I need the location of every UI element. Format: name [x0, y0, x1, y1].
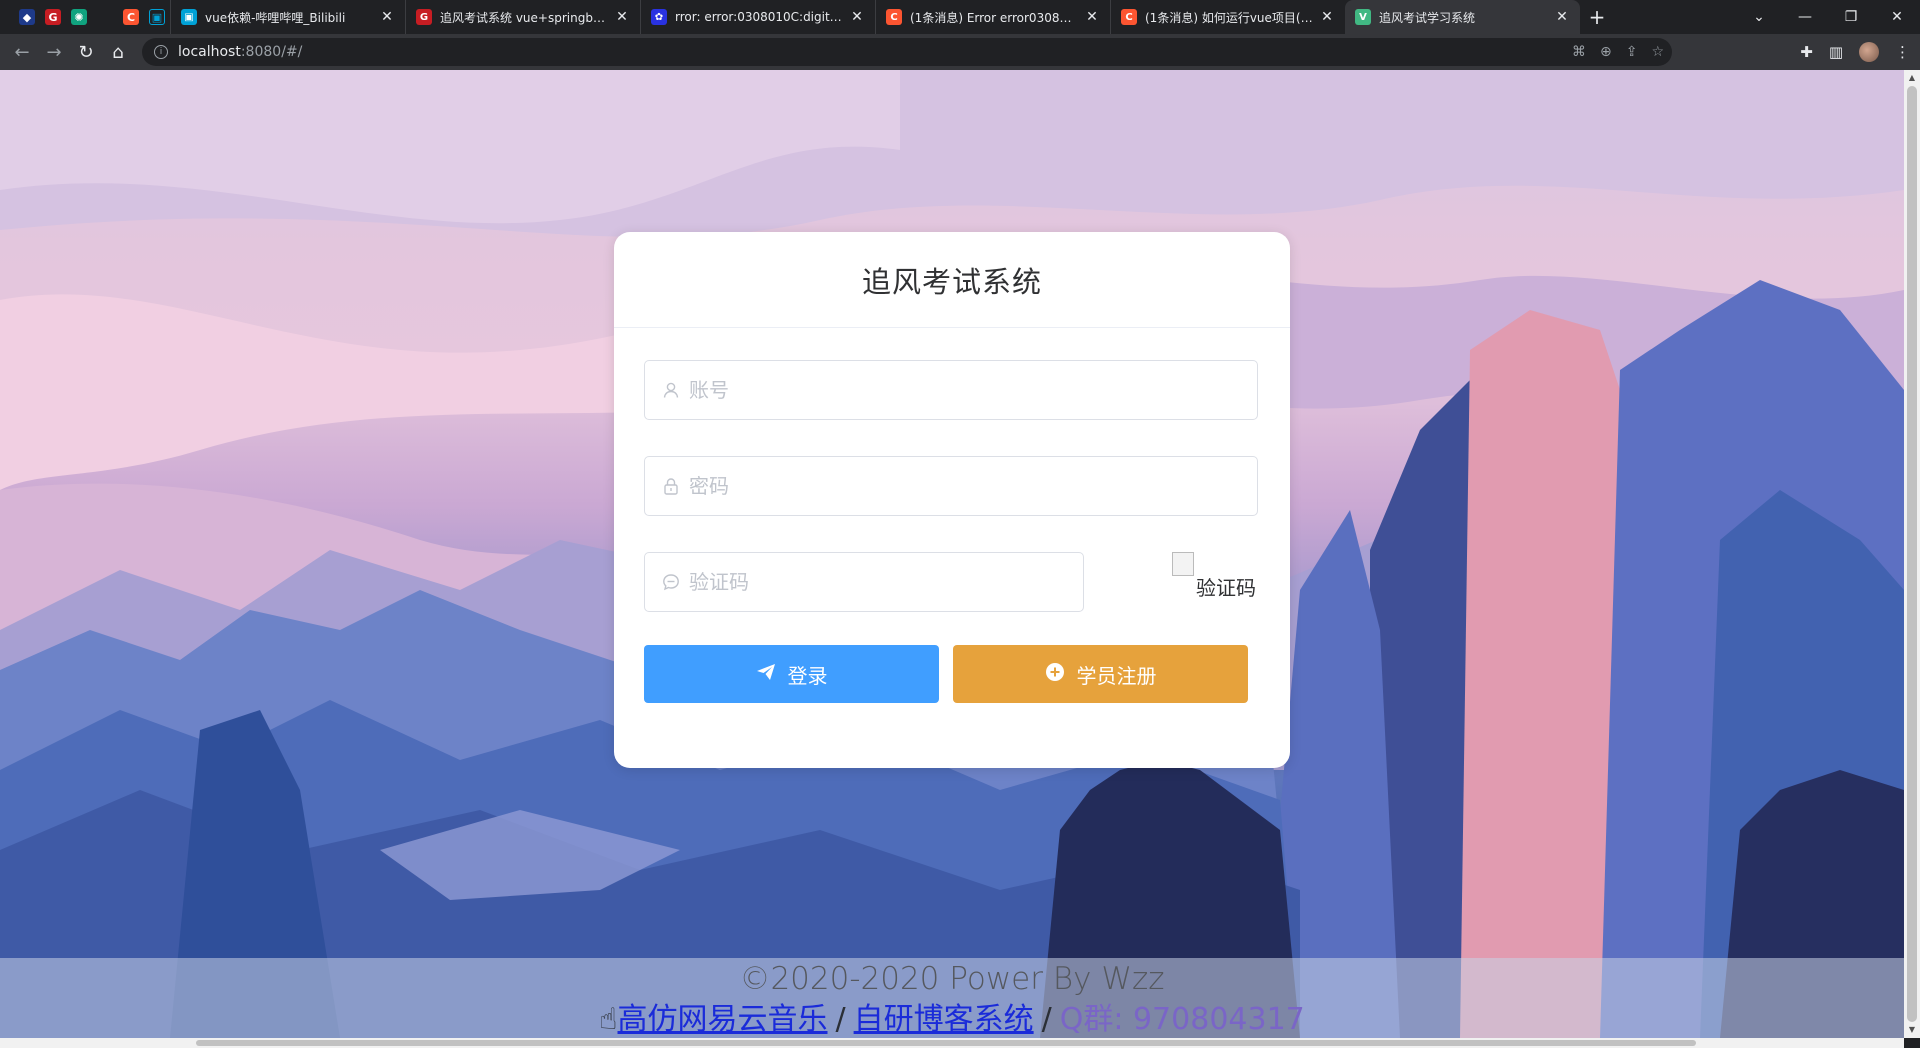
pinned-tab-5[interactable]: ▣: [144, 0, 170, 34]
chat-dots-icon: [659, 573, 683, 591]
tab-title: (1条消息) Error error0308010C: [910, 10, 1078, 25]
site-info-icon[interactable]: i: [154, 45, 168, 59]
tab-title: rror: error:0308010C:digital en: [675, 10, 843, 24]
page-viewport: 追风考试系统 验证码 登录: [0, 70, 1904, 1038]
tab-close-icon[interactable]: ✕: [1084, 9, 1100, 25]
tab-title: vue依赖-哔哩哔哩_Bilibili: [205, 10, 346, 25]
login-title: 追风考试系统: [861, 264, 1042, 299]
password-input[interactable]: [689, 458, 1257, 514]
tab-search-icon[interactable]: ⌄: [1736, 9, 1782, 25]
username-field[interactable]: [644, 360, 1258, 420]
tab-list: ▣ vue依赖-哔哩哔哩_Bilibili ✕ G 追风考试系统 vue+springb…: [170, 0, 1580, 34]
tab-title: 追风考试学习系统: [1379, 10, 1476, 25]
translate-icon[interactable]: ⌘: [1572, 44, 1586, 60]
broken-image-icon: [1172, 552, 1194, 576]
tab-close-icon[interactable]: ✕: [379, 9, 395, 25]
csdn-icon: C: [123, 9, 139, 25]
vertical-scrollbar[interactable]: ▲ ▼: [1904, 70, 1920, 1038]
tab-title: (1条消息) 如何运行vue项目(超详: [1145, 10, 1313, 25]
footer-separator: /: [835, 1002, 846, 1037]
user-icon: [659, 381, 683, 399]
scroll-up-icon[interactable]: ▲: [1904, 70, 1920, 86]
pinned-tabs: ◆ G ✺ C ▣: [0, 0, 170, 34]
qq-group-text: Q群: 970804317: [1059, 1002, 1305, 1037]
register-button-label: 学员注册: [1076, 663, 1157, 688]
password-field[interactable]: [644, 456, 1258, 516]
browser-tab[interactable]: C (1条消息) Error error0308010C ✕: [875, 0, 1110, 34]
pinned-tab-3[interactable]: ✺: [66, 0, 92, 34]
register-button[interactable]: 学员注册: [953, 645, 1248, 703]
browser-tab[interactable]: C (1条消息) 如何运行vue项目(超详 ✕: [1110, 0, 1345, 34]
tab-close-icon[interactable]: ✕: [849, 9, 865, 25]
page-footer: ©2020-2020 Power By Wzz ☝高仿网易云音乐 / 自研博客系统 /…: [0, 958, 1904, 1038]
browser-tab[interactable]: ✿ rror: error:0308010C:digital en ✕: [640, 0, 875, 34]
captcha-alt-text: 验证码: [1196, 576, 1256, 600]
share-icon[interactable]: ⇪: [1626, 44, 1638, 60]
login-card: 追风考试系统 验证码 登录: [614, 232, 1290, 768]
minimize-icon[interactable]: —: [1782, 9, 1828, 25]
side-panel-icon[interactable]: ▥: [1829, 43, 1843, 61]
csdn-icon: C: [1121, 9, 1137, 25]
captcha-field[interactable]: [644, 552, 1084, 612]
bilibili-icon: ▣: [149, 9, 165, 25]
login-button-label: 登录: [787, 663, 828, 688]
browser-tab[interactable]: V 追风考试学习系统 ✕: [1345, 0, 1580, 34]
toolbar-right: ✚ ▥ ⋮: [1800, 42, 1910, 62]
hscroll-thumb[interactable]: [196, 1040, 1696, 1046]
pinned-tab-2[interactable]: G: [40, 0, 66, 34]
pinned-tab-1[interactable]: ◆: [14, 0, 40, 34]
login-button[interactable]: 登录: [644, 645, 939, 703]
captcha-image[interactable]: 验证码: [1172, 552, 1264, 600]
browser-tab-strip: ◆ G ✺ C ▣ ▣ vue依赖-哔哩哔哩_Bilibili ✕ G 追风考试系统 v…: [0, 0, 1920, 34]
zoom-icon[interactable]: ⊕: [1600, 44, 1612, 60]
forward-icon[interactable]: →: [38, 36, 70, 68]
menu-kebab-icon[interactable]: ⋮: [1895, 43, 1910, 61]
profile-avatar[interactable]: [1859, 42, 1879, 62]
chatgpt-icon: ✺: [71, 9, 87, 25]
scroll-thumb[interactable]: [1907, 86, 1917, 1022]
browser-tab[interactable]: ▣ vue依赖-哔哩哔哩_Bilibili ✕: [170, 0, 405, 34]
blog-link[interactable]: 自研博客系统: [854, 1002, 1034, 1037]
extension-icon: ◆: [19, 9, 35, 25]
omnibox-actions: ⌘ ⊕ ⇪ ☆: [1572, 44, 1664, 60]
footer-links: ☝高仿网易云音乐 / 自研博客系统 / Q群: 970804317: [0, 1000, 1904, 1038]
lock-icon: [659, 477, 683, 495]
footer-separator-2: /: [1041, 1002, 1052, 1037]
scroll-down-icon[interactable]: ▼: [1904, 1022, 1920, 1038]
new-tab-button[interactable]: +: [1580, 0, 1614, 34]
send-icon: [756, 662, 776, 686]
baidu-icon: ✿: [651, 9, 667, 25]
gitee-icon: G: [45, 9, 61, 25]
username-input[interactable]: [689, 362, 1257, 418]
browser-toolbar: ← → ↻ ⌂ i localhost:8080/#/ ⌘ ⊕ ⇪ ☆ ✚ ▥ …: [0, 34, 1920, 70]
bookmark-star-icon[interactable]: ☆: [1651, 44, 1664, 60]
csdn-icon: C: [886, 9, 902, 25]
card-header: 追风考试系统: [614, 232, 1290, 328]
tab-title: 追风考试系统 vue+springboot: [440, 10, 608, 25]
reload-icon[interactable]: ↻: [70, 36, 102, 68]
tab-close-icon[interactable]: ✕: [1319, 9, 1335, 25]
tab-close-icon[interactable]: ✕: [614, 9, 630, 25]
browser-tab[interactable]: G 追风考试系统 vue+springboot ✕: [405, 0, 640, 34]
restore-icon[interactable]: ❐: [1828, 9, 1874, 25]
tab-close-icon[interactable]: ✕: [1554, 9, 1570, 25]
home-icon[interactable]: ⌂: [102, 36, 134, 68]
bilibili-icon: ▣: [181, 9, 197, 25]
extensions-icon[interactable]: ✚: [1800, 43, 1813, 61]
netease-music-link[interactable]: 高仿网易云音乐: [618, 1002, 828, 1037]
copyright-text: ©2020-2020 Power By Wzz: [739, 961, 1165, 997]
gitee-icon: G: [416, 9, 432, 25]
pointer-hand-icon: ☝: [599, 1002, 618, 1037]
address-bar[interactable]: i localhost:8080/#/ ⌘ ⊕ ⇪ ☆: [142, 38, 1672, 66]
captcha-input[interactable]: [689, 554, 1083, 610]
vue-icon: V: [1355, 9, 1371, 25]
horizontal-scrollbar[interactable]: [0, 1038, 1904, 1048]
close-window-icon[interactable]: ✕: [1874, 9, 1920, 25]
pinned-tab-4[interactable]: C: [118, 0, 144, 34]
url-host: localhost: [178, 44, 241, 60]
url-path: :8080/#/: [240, 44, 303, 60]
window-controls: ⌄ — ❐ ✕: [1736, 0, 1920, 34]
circle-plus-icon: [1045, 662, 1065, 687]
back-icon[interactable]: ←: [6, 36, 38, 68]
